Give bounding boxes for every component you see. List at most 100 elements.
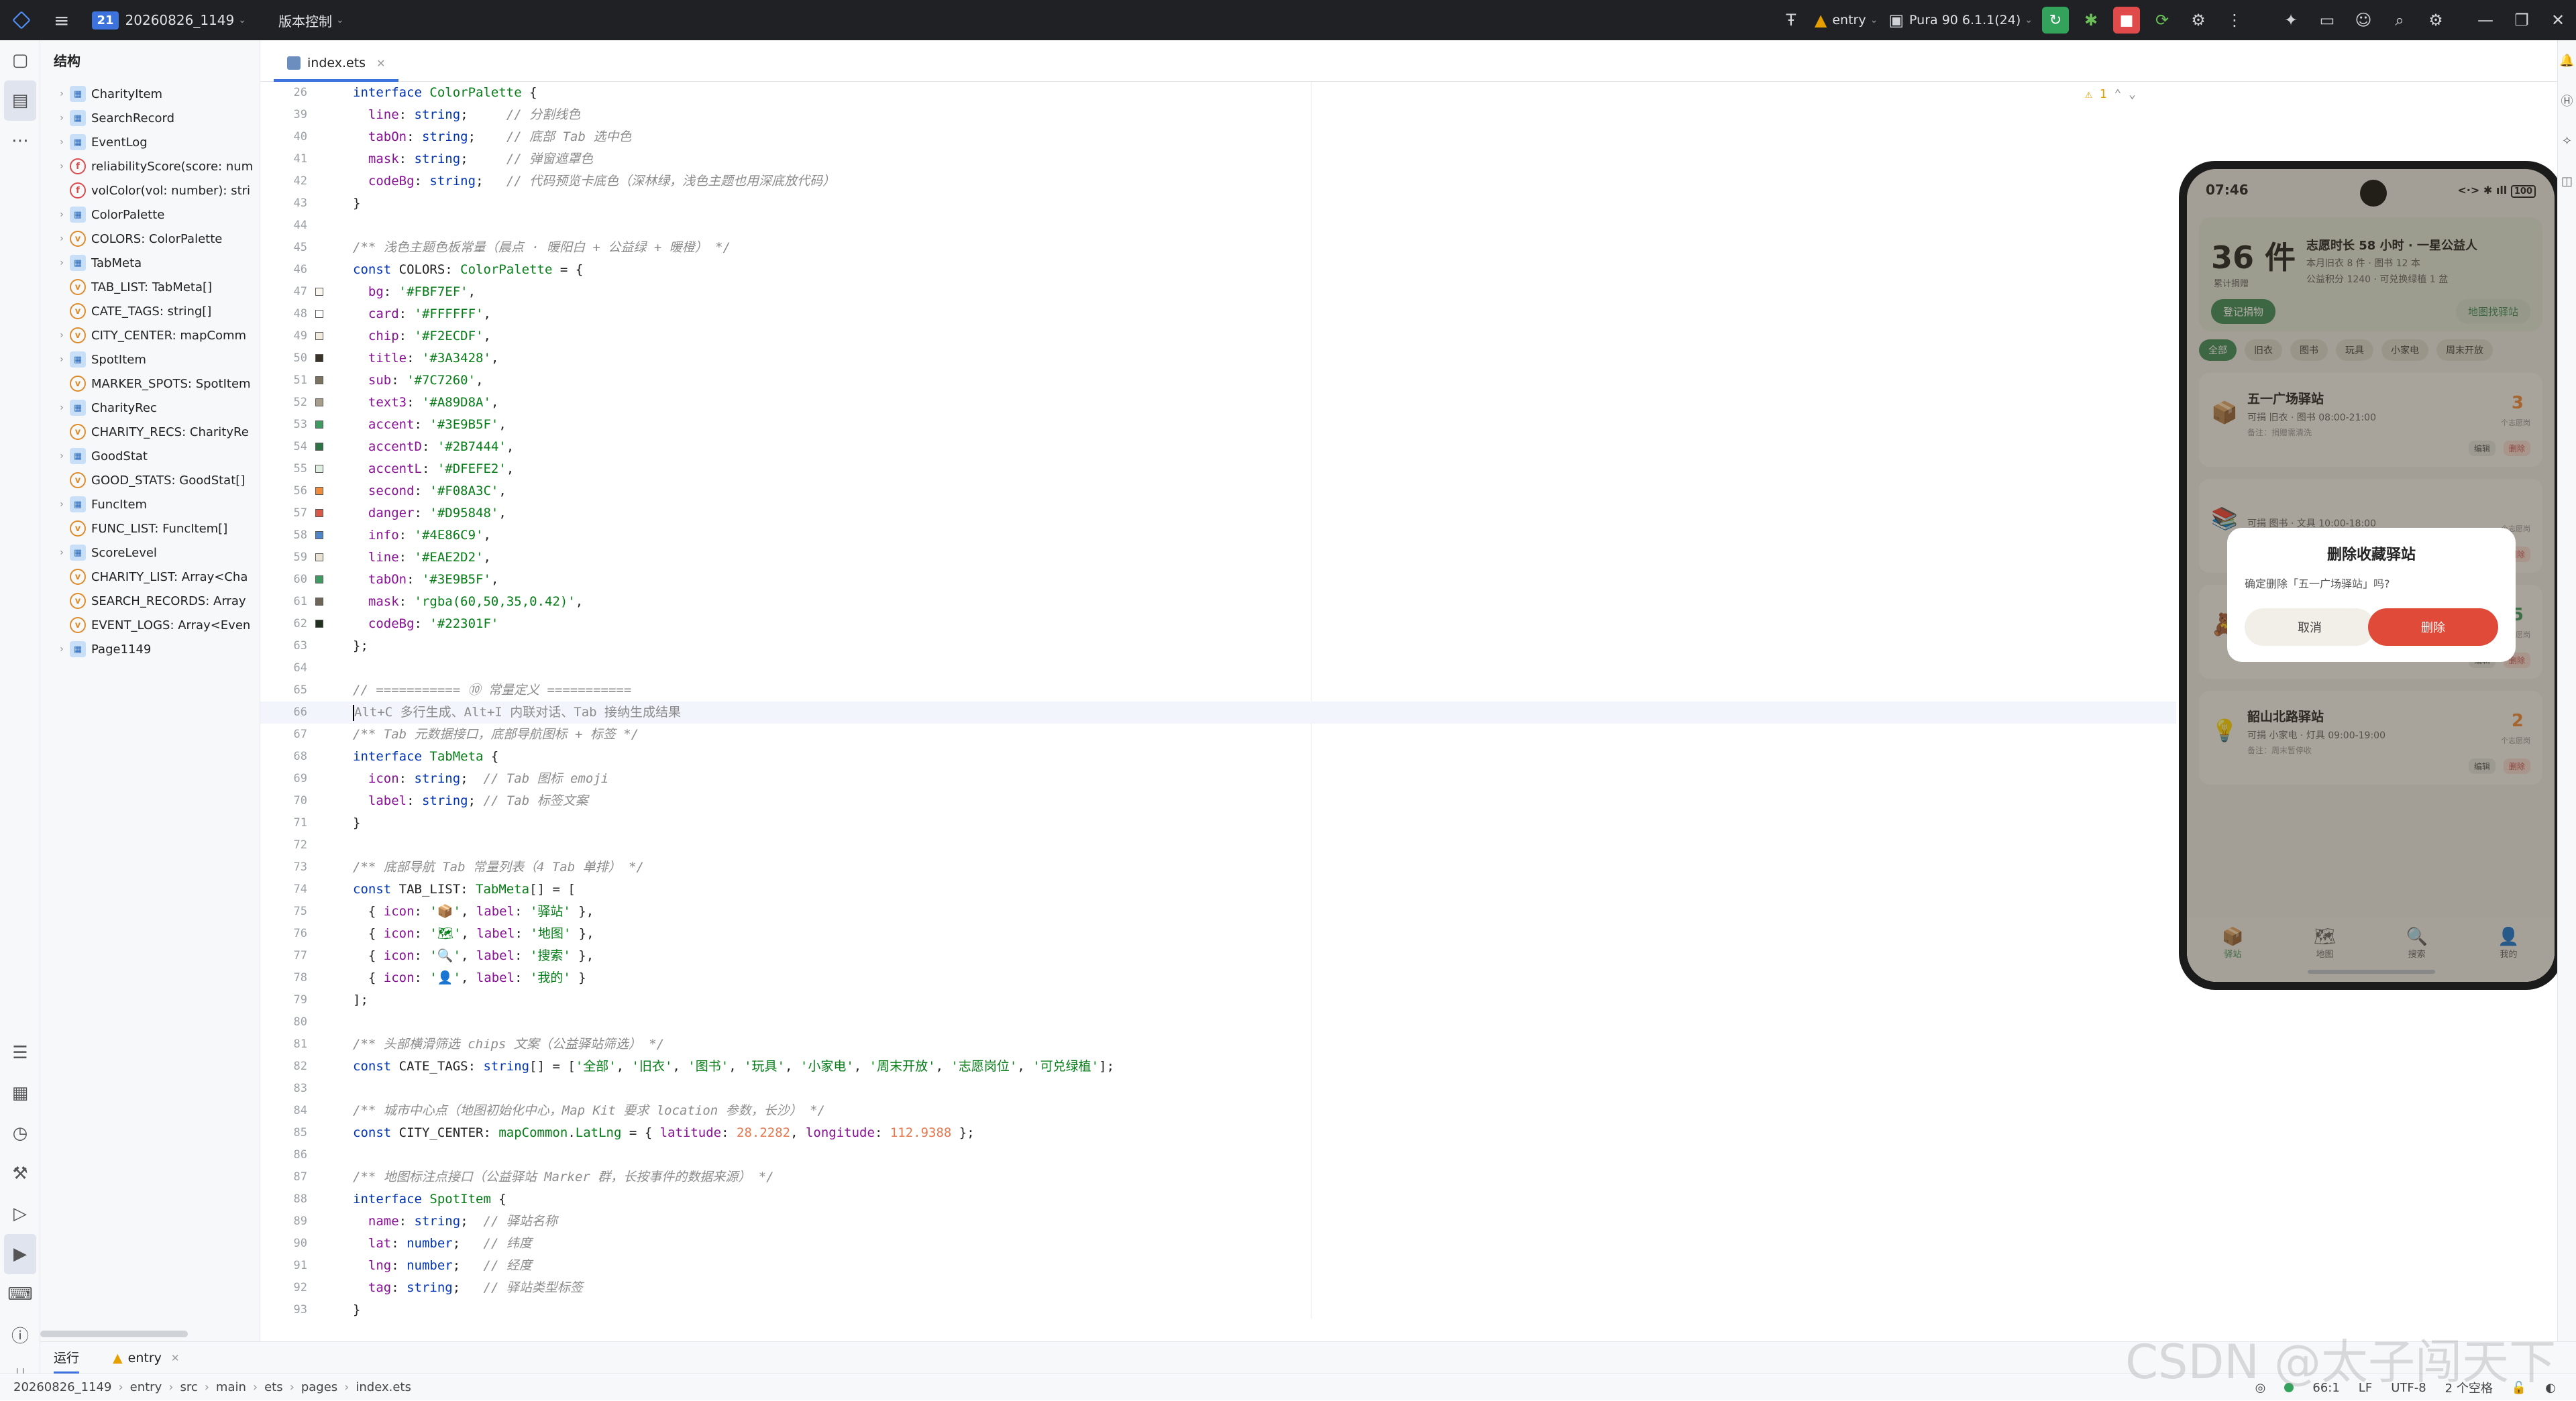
code-line[interactable]: 84 /** 城市中心点（地图初始化中心，Map Kit 要求 location … [260,1100,2176,1122]
code-line[interactable]: 76 { icon: '🗺', label: '地图' }, [260,923,2176,945]
structure-item[interactable]: › v COLORS: ColorPalette [40,227,260,251]
code-line[interactable]: 47 bg: '#FBF7EF', [260,281,2176,303]
code-line[interactable]: 85 const CITY_CENTER: mapCommon.LatLng = … [260,1122,2176,1144]
structure-item[interactable]: › ▦ CharityRec [40,396,260,420]
todo-icon[interactable]: ☰ [0,1033,40,1073]
minimize-icon[interactable]: — [2467,0,2504,40]
build-icon[interactable]: ⚒ [0,1154,40,1194]
code-line[interactable]: 79]; [260,989,2176,1011]
color-swatch-icon[interactable] [315,575,323,583]
profile-icon[interactable]: ◷ [0,1113,40,1154]
run-tab-entry[interactable]: ▲ entry ✕ [113,1351,179,1365]
color-swatch-icon[interactable] [315,354,323,362]
structure-item[interactable]: › ▦ SearchRecord [40,106,260,130]
color-swatch-icon[interactable] [315,598,323,606]
vcs-menu[interactable]: 版本控制 [278,11,332,30]
structure-item[interactable]: › ▦ FuncItem [40,492,260,516]
structure-icon[interactable]: ▤ [4,80,36,121]
code-line[interactable]: 80 [260,1011,2176,1033]
color-swatch-icon[interactable] [315,487,323,495]
code-line[interactable]: 92 tag: string; // 驿站类型标签 [260,1277,2176,1299]
code-line[interactable]: 63}; [260,635,2176,657]
expand-arrow-icon[interactable]: › [54,258,70,268]
code-line[interactable]: 64 [260,657,2176,679]
restore-icon[interactable]: ❐ [2504,0,2540,40]
code-line[interactable]: 81 /** 头部横滑筛选 chips 文案（公益驿站筛选） */ [260,1033,2176,1056]
breadcrumb-item[interactable]: 20260826_1149 [13,1380,111,1394]
structure-item[interactable]: v FUNC_LIST: FuncItem[] [40,516,260,541]
stop-button[interactable]: ■ [2113,7,2140,34]
code-line[interactable]: 78 { icon: '👤', label: '我的' } [260,967,2176,989]
code-line[interactable]: 52 text3: '#A89D8A', [260,392,2176,414]
project-name[interactable]: 20260826_1149 [125,12,235,28]
services-icon[interactable]: ▷ [0,1194,40,1234]
color-swatch-icon[interactable] [315,332,323,340]
structure-item[interactable]: v CHARITY_LIST: Array<Cha [40,565,260,589]
settings-sync-icon[interactable]: ✦ [2273,0,2309,40]
expand-arrow-icon[interactable]: › [54,451,70,461]
terminal-icon[interactable]: ⌨ [0,1274,40,1314]
run-tool-icon[interactable]: ▶ [4,1234,36,1274]
expand-arrow-icon[interactable]: › [54,89,70,99]
structure-item[interactable]: v EVENT_LOGS: Array<Even [40,613,260,637]
project-badge[interactable]: 21 [92,11,119,30]
code-line[interactable]: 65 // =========== ⑩ 常量定义 =========== [260,679,2176,702]
expand-arrow-icon[interactable]: › [54,161,70,172]
code-line[interactable]: 26 interface ColorPalette { [260,82,2176,104]
font-icon[interactable]: Ŧ [1773,0,1809,40]
breadcrumb-item[interactable]: src [180,1380,197,1394]
structure-scrollbar[interactable] [40,1331,188,1337]
gear-icon[interactable]: ⚙ [2418,0,2454,40]
code-line[interactable]: 40 tabOn: string; // 底部 Tab 选中色 [260,126,2176,148]
problems-icon[interactable]: ⓘ [0,1314,40,1355]
structure-item[interactable]: v GOOD_STATS: GoodStat[] [40,468,260,492]
run-tab-close-icon[interactable]: ✕ [171,1352,180,1364]
code-line[interactable]: 54 accentD: '#2B7444', [260,436,2176,458]
expand-arrow-icon[interactable]: › [54,233,70,244]
code-line[interactable]: 73 /** 底部导航 Tab 常量列表（4 Tab 单排） */ [260,856,2176,879]
code-line[interactable]: 53 accent: '#3E9B5F', [260,414,2176,436]
code-line[interactable]: 70 label: string; // Tab 标签文案 [260,790,2176,812]
code-line[interactable]: 58 info: '#4E86C9', [260,524,2176,547]
code-line[interactable]: 44 [260,215,2176,237]
expand-arrow-icon[interactable]: › [54,209,70,220]
code-line[interactable]: 72 [260,834,2176,856]
run-label[interactable]: 运行 [54,1343,80,1374]
breadcrumb-item[interactable]: index.ets [356,1380,411,1394]
project-folder-icon[interactable]: ▢ [0,40,40,80]
breadcrumb-item[interactable]: main [216,1380,246,1394]
tab-index-ets[interactable]: index.ets ✕ [274,47,399,82]
color-swatch-icon[interactable] [315,421,323,429]
log-icon[interactable]: ▦ [0,1073,40,1113]
color-swatch-icon[interactable] [315,509,323,517]
code-line[interactable]: 71} [260,812,2176,834]
main-menu-icon[interactable]: ≡ [54,9,69,32]
structure-item[interactable]: › ▦ SpotItem [40,347,260,372]
code-line[interactable]: 83 [260,1078,2176,1100]
code-line[interactable]: 56 second: '#F08A3C', [260,480,2176,502]
structure-item[interactable]: v SEARCH_RECORDS: Array [40,589,260,613]
color-swatch-icon[interactable] [315,398,323,406]
code-line[interactable]: 43} [260,192,2176,215]
phone-screen[interactable]: 07:46 <·> ✱ ıll 100 36 件 累计捐赠 志愿时长 58 小时… [2187,169,2555,982]
code-line[interactable]: 89 name: string; // 驿站名称 [260,1211,2176,1233]
structure-item[interactable]: v MARKER_SPOTS: SpotItem [40,372,260,396]
code-line[interactable]: 55 accentL: '#DFEFE2', [260,458,2176,480]
code-line[interactable]: 90 lat: number; // 纬度 [260,1233,2176,1255]
device-manager-icon[interactable]: ▭ [2309,0,2345,40]
expand-arrow-icon[interactable]: › [54,547,70,558]
expand-arrow-icon[interactable]: › [54,137,70,148]
dialog-delete-button[interactable]: 删除 [2368,608,2498,646]
code-editor[interactable]: ⚠ 1 ⌃ ⌄ 26 interface ColorPalette {39 lin… [260,82,2176,1319]
code-line[interactable]: 39 line: string; // 分割线色 [260,104,2176,126]
code-line[interactable]: 62 codeBg: '#22301F' [260,613,2176,635]
structure-item[interactable]: › ▦ TabMeta [40,251,260,275]
run-button[interactable]: ↻ [2042,7,2069,34]
color-swatch-icon[interactable] [315,443,323,451]
code-line[interactable]: 66 Alt+C 多行生成、Alt+I 内联对话、Tab 接纳生成结果 [260,702,2176,724]
expand-arrow-icon[interactable]: › [54,330,70,341]
apply-changes-icon[interactable]: ⟳ [2144,0,2180,40]
breadcrumb-item[interactable]: pages [301,1380,337,1394]
account-icon[interactable]: ☺ [2345,0,2381,40]
code-line[interactable]: 82 const CATE_TAGS: string[] = ['全部', '旧衣… [260,1056,2176,1078]
